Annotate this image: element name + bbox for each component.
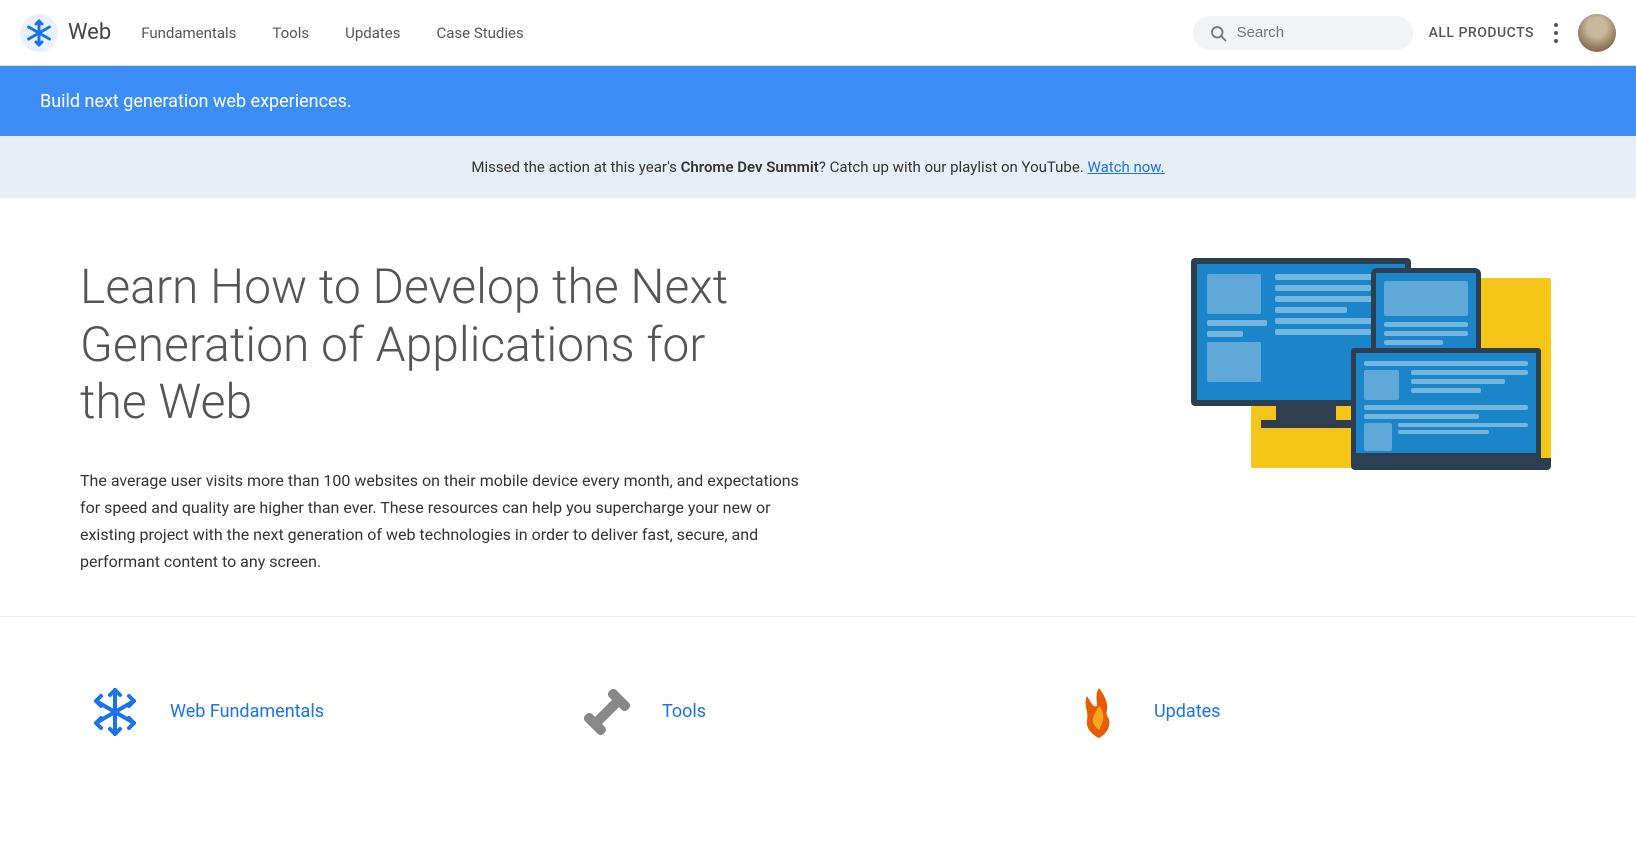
laptop-line-sm bbox=[1398, 423, 1528, 427]
updates-label[interactable]: Updates bbox=[1154, 701, 1220, 722]
laptop-line bbox=[1364, 361, 1528, 366]
bottom-item-tools: Tools bbox=[572, 657, 1064, 767]
main-left: Learn How to Develop the Next Generation… bbox=[80, 258, 1126, 576]
laptop-line bbox=[1411, 388, 1481, 393]
nav-right: ALL PRODUCTS bbox=[1193, 14, 1616, 52]
wrench-icon bbox=[577, 682, 637, 742]
screen-block bbox=[1207, 342, 1261, 382]
search-box[interactable] bbox=[1193, 16, 1413, 50]
avatar-image bbox=[1578, 14, 1616, 52]
updates-icon bbox=[1064, 677, 1134, 747]
monitor-stand bbox=[1276, 406, 1336, 420]
tablet-line bbox=[1384, 322, 1468, 327]
watch-now-link[interactable]: Watch now. bbox=[1088, 158, 1165, 176]
nav-link-tools[interactable]: Tools bbox=[272, 20, 309, 46]
hero-banner: Build next generation web experiences. bbox=[0, 66, 1636, 136]
dot bbox=[1554, 39, 1558, 43]
screen-line bbox=[1207, 320, 1267, 326]
announcement-text: Missed the action at this year's Chrome … bbox=[471, 158, 1164, 176]
tools-icon bbox=[572, 677, 642, 747]
laptop-line-sm bbox=[1398, 430, 1489, 434]
web-fundamentals-label[interactable]: Web Fundamentals bbox=[170, 701, 324, 722]
nav-link-fundamentals[interactable]: Fundamentals bbox=[141, 20, 236, 46]
snowflake-big-icon bbox=[85, 682, 145, 742]
announcement-highlight: Chrome Dev Summit bbox=[681, 158, 819, 176]
monitor-base bbox=[1261, 420, 1351, 428]
tools-label[interactable]: Tools bbox=[662, 701, 706, 722]
nav-link-case-studies[interactable]: Case Studies bbox=[436, 20, 523, 46]
laptop-line bbox=[1411, 370, 1528, 375]
bottom-item-updates: Updates bbox=[1064, 657, 1556, 767]
web-fundamentals-icon bbox=[80, 677, 150, 747]
laptop-base bbox=[1351, 458, 1551, 470]
screen-line bbox=[1275, 307, 1347, 313]
laptop-line bbox=[1364, 414, 1479, 419]
screen-line bbox=[1207, 331, 1243, 337]
user-avatar[interactable] bbox=[1578, 14, 1616, 52]
laptop-screen bbox=[1351, 348, 1541, 458]
hero-banner-text: Build next generation web experiences. bbox=[40, 91, 352, 112]
bottom-section: Web Fundamentals Tools Updates bbox=[0, 616, 1636, 767]
logo-icon bbox=[20, 14, 58, 52]
screen-block bbox=[1207, 274, 1261, 314]
laptop-bottom-row bbox=[1364, 423, 1528, 451]
devices-illustration bbox=[1191, 258, 1551, 478]
screen-line bbox=[1275, 285, 1371, 291]
search-icon bbox=[1209, 24, 1227, 42]
more-options-button[interactable] bbox=[1550, 19, 1562, 47]
main-description: The average user visits more than 100 we… bbox=[80, 467, 800, 576]
announcement-prefix: Missed the action at this year's bbox=[471, 158, 680, 176]
main-illustration bbox=[1186, 258, 1556, 576]
navigation: Web Fundamentals Tools Updates Case Stud… bbox=[0, 0, 1636, 66]
tablet-line bbox=[1384, 331, 1468, 336]
screen-line bbox=[1275, 329, 1371, 335]
search-input[interactable] bbox=[1237, 24, 1387, 41]
laptop-lines-sm bbox=[1398, 423, 1528, 451]
main-heading: Learn How to Develop the Next Generation… bbox=[80, 258, 760, 431]
announcement-suffix: ? Catch up with our playlist on YouTube. bbox=[819, 158, 1084, 176]
laptop-lines-col bbox=[1411, 370, 1528, 400]
nav-links: Fundamentals Tools Updates Case Studies bbox=[141, 20, 1192, 46]
laptop-block-sm bbox=[1364, 423, 1392, 451]
nav-logo[interactable]: Web bbox=[20, 14, 111, 52]
screen-left-col bbox=[1207, 274, 1267, 388]
main-content: Learn How to Develop the Next Generation… bbox=[0, 198, 1636, 616]
all-products-button[interactable]: ALL PRODUCTS bbox=[1429, 25, 1534, 41]
flame-icon bbox=[1069, 682, 1129, 742]
dot bbox=[1554, 23, 1558, 27]
tablet-block bbox=[1384, 281, 1468, 316]
bottom-item-web-fundamentals: Web Fundamentals bbox=[80, 657, 572, 767]
nav-link-updates[interactable]: Updates bbox=[345, 20, 400, 46]
laptop-block bbox=[1364, 370, 1399, 400]
laptop-row bbox=[1364, 370, 1528, 400]
dot bbox=[1554, 31, 1558, 35]
tablet-line bbox=[1384, 340, 1443, 345]
laptop-line bbox=[1411, 379, 1505, 384]
laptop-line bbox=[1364, 405, 1528, 410]
announcement-banner: Missed the action at this year's Chrome … bbox=[0, 136, 1636, 198]
nav-logo-text: Web bbox=[68, 20, 111, 45]
laptop-device bbox=[1351, 348, 1551, 478]
